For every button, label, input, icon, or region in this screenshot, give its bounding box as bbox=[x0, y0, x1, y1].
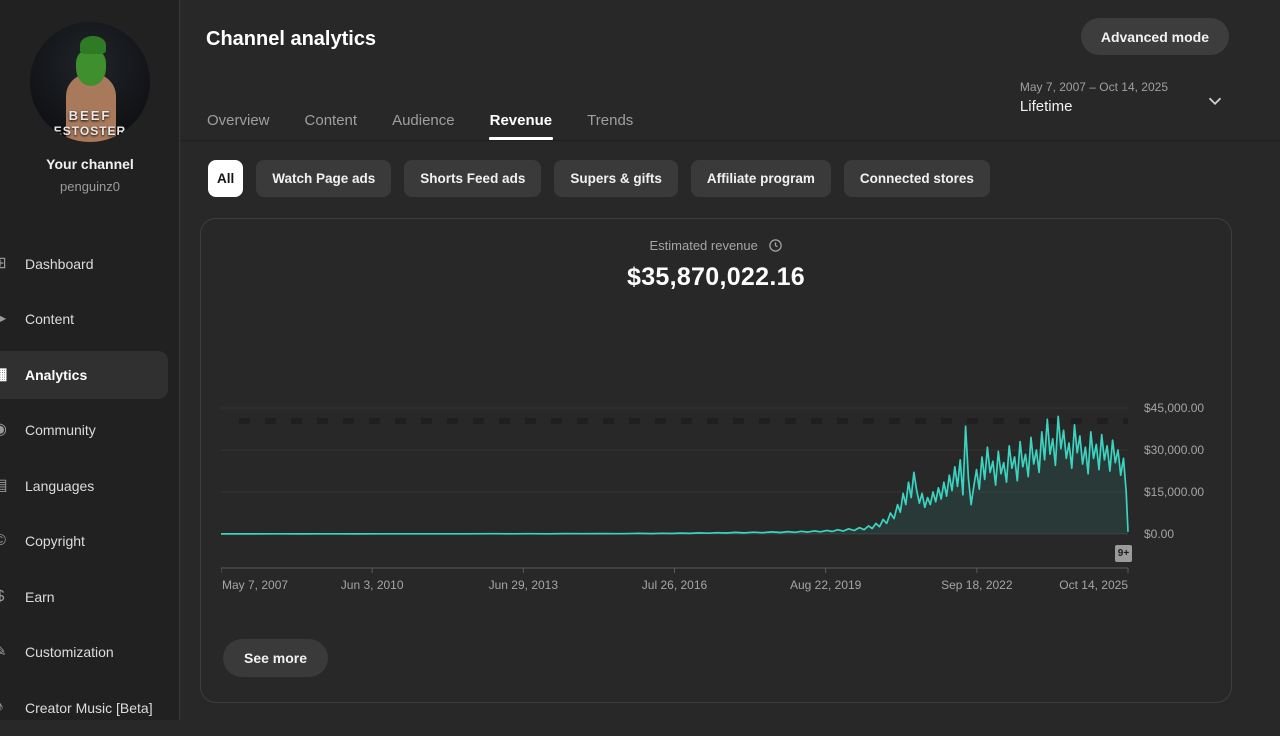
sidebar-item-analytics[interactable]: ▦ Analytics bbox=[0, 347, 180, 403]
music-icon: ♪ bbox=[0, 698, 10, 718]
avatar-beard bbox=[76, 50, 106, 86]
analytics-tabs: Overview Content Audience Revenue Trends bbox=[206, 100, 634, 140]
x-axis-tick-label: Sep 18, 2022 bbox=[941, 578, 1012, 592]
sidebar-item-label: Dashboard bbox=[25, 256, 94, 272]
x-axis-tick-label: Jul 26, 2016 bbox=[642, 578, 707, 592]
date-range-picker[interactable]: May 7, 2007 – Oct 14, 2025 Lifetime bbox=[1020, 80, 1168, 115]
tab-revenue[interactable]: Revenue bbox=[489, 100, 554, 140]
avatar-hair bbox=[80, 36, 106, 54]
avatar-caption: ESTOSTER bbox=[30, 124, 150, 138]
sidebar-item-content[interactable]: ▶ Content bbox=[0, 292, 180, 348]
channel-avatar[interactable]: BEEF ESTOSTER bbox=[30, 22, 150, 142]
main-content: Channel analytics Overview Content Audienc… bbox=[181, 0, 1280, 720]
y-axis-tick-label: $45,000.00 bbox=[1144, 401, 1204, 415]
earn-icon: $ bbox=[0, 587, 10, 607]
sidebar-item-label: Customization bbox=[25, 644, 114, 660]
content-icon: ▶ bbox=[0, 309, 10, 329]
clock-icon bbox=[768, 238, 783, 256]
tab-content[interactable]: Content bbox=[304, 100, 359, 140]
community-icon: ◉ bbox=[0, 420, 10, 440]
metric-label: Estimated revenue bbox=[649, 238, 757, 253]
y-axis-tick-label: $30,000.00 bbox=[1144, 443, 1204, 457]
period-label: Lifetime bbox=[1020, 98, 1168, 115]
sidebar-menu: ⊞ Dashboard ▶ Content ▦ Analytics ◉ Community ▤ L… bbox=[0, 236, 180, 736]
tab-trends[interactable]: Trends bbox=[586, 100, 634, 140]
sidebar-item-community[interactable]: ◉ Community bbox=[0, 403, 180, 459]
languages-icon: ▤ bbox=[0, 476, 10, 496]
sidebar-item-label: Languages bbox=[25, 478, 94, 494]
sidebar-item-copyright[interactable]: © Copyright bbox=[0, 514, 180, 570]
chip-shorts-feed-ads[interactable]: Shorts Feed ads bbox=[404, 160, 541, 197]
estimated-revenue-card: Estimated revenue $35,870,022.16 $45,000… bbox=[200, 218, 1232, 703]
copyright-icon: © bbox=[0, 531, 10, 551]
timeline-videos-badge[interactable]: 9+ bbox=[1115, 545, 1132, 562]
sidebar-item-customization[interactable]: ✎ Customization bbox=[0, 625, 180, 681]
tab-audience[interactable]: Audience bbox=[391, 100, 456, 140]
x-axis-tick-label: May 7, 2007 bbox=[222, 578, 288, 592]
see-more-button[interactable]: See more bbox=[223, 639, 328, 677]
x-axis-tick-label: Oct 14, 2025 bbox=[1059, 578, 1128, 592]
page-title: Channel analytics bbox=[206, 28, 376, 51]
revenue-chart[interactable]: $45,000.00$30,000.00$15,000.00$0.00 May … bbox=[221, 406, 1129, 606]
chip-affiliate-program[interactable]: Affiliate program bbox=[691, 160, 831, 197]
sidebar: BEEF ESTOSTER Your channel penguinz0 ⊞ Da… bbox=[0, 0, 180, 720]
your-channel-label: Your channel bbox=[0, 156, 180, 172]
analytics-header: Channel analytics Overview Content Audienc… bbox=[181, 0, 1280, 141]
y-axis-tick-label: $15,000.00 bbox=[1144, 485, 1204, 499]
sidebar-item-label: Copyright bbox=[25, 533, 85, 549]
revenue-line-chart[interactable] bbox=[221, 406, 1129, 606]
x-axis-tick-label: Jun 3, 2010 bbox=[341, 578, 404, 592]
advanced-mode-button[interactable]: Advanced mode bbox=[1081, 18, 1229, 55]
sidebar-item-dashboard[interactable]: ⊞ Dashboard bbox=[0, 236, 180, 292]
sidebar-item-creator-music-beta-[interactable]: ♪ Creator Music [Beta] bbox=[0, 680, 180, 736]
chevron-down-icon[interactable] bbox=[1204, 90, 1226, 112]
chip-all[interactable]: All bbox=[208, 160, 243, 197]
metric-value: $35,870,022.16 bbox=[201, 263, 1231, 292]
date-range-label: May 7, 2007 – Oct 14, 2025 bbox=[1020, 80, 1168, 94]
x-axis-labels: May 7, 2007 Jun 3, 2010 Jun 29, 2013 Jul 26… bbox=[221, 578, 1129, 596]
sidebar-item-label: Community bbox=[25, 422, 96, 438]
customization-icon: ✎ bbox=[0, 642, 10, 662]
sidebar-item-label: Analytics bbox=[25, 367, 87, 383]
revenue-filter-chips: All Watch Page ads Shorts Feed ads Supers &… bbox=[208, 160, 990, 197]
sidebar-item-languages[interactable]: ▤ Languages bbox=[0, 458, 180, 514]
chip-watch-page-ads[interactable]: Watch Page ads bbox=[256, 160, 391, 197]
x-axis-tick-label: Aug 22, 2019 bbox=[790, 578, 861, 592]
revenue-area-fill bbox=[221, 416, 1128, 534]
tab-overview[interactable]: Overview bbox=[206, 100, 271, 140]
chip-connected-stores[interactable]: Connected stores bbox=[844, 160, 990, 197]
analytics-icon: ▦ bbox=[0, 365, 10, 385]
x-axis-tick-label: Jun 29, 2013 bbox=[489, 578, 558, 592]
y-axis-tick-label: $0.00 bbox=[1144, 527, 1174, 541]
chip-supers-gifts[interactable]: Supers & gifts bbox=[554, 160, 678, 197]
sidebar-item-earn[interactable]: $ Earn bbox=[0, 569, 180, 625]
channel-handle: penguinz0 bbox=[0, 179, 180, 194]
sidebar-item-label: Creator Music [Beta] bbox=[25, 700, 153, 716]
sidebar-item-label: Earn bbox=[25, 589, 55, 605]
dashboard-icon: ⊞ bbox=[0, 254, 10, 274]
avatar-caption: BEEF bbox=[30, 108, 150, 123]
sidebar-item-label: Content bbox=[25, 311, 74, 327]
